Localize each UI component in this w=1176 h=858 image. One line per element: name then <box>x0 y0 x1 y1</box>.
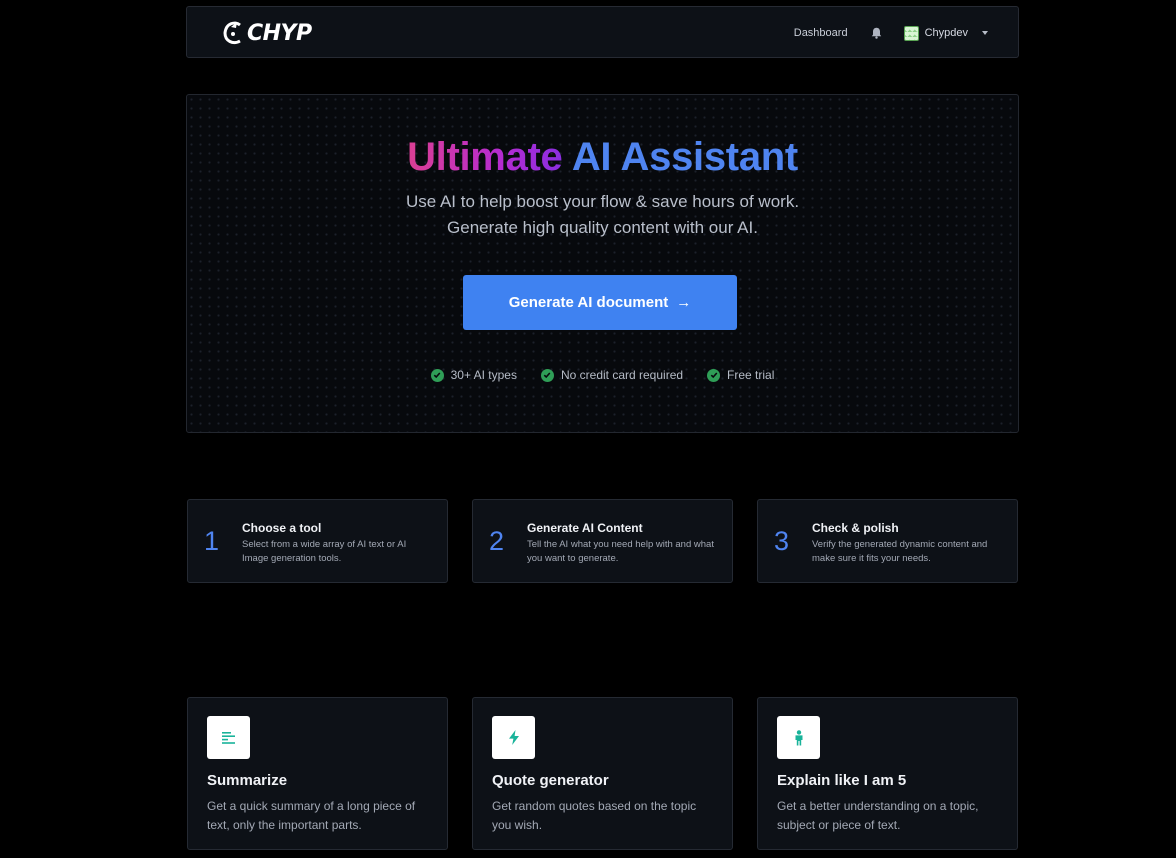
step-description: Verify the generated dynamic content and… <box>812 539 988 564</box>
feature-item: 30+ AI types <box>430 368 517 382</box>
hero-title: Ultimate AI Assistant <box>187 135 1018 180</box>
hero-title-rest: AI Assistant <box>571 135 798 179</box>
avatar <box>903 25 919 41</box>
arrow-right-icon: → <box>676 294 692 311</box>
hero-section: Ultimate AI Assistant Use AI to help boo… <box>186 94 1019 433</box>
step-card-generate: 2 Generate AI Content Tell the AI what y… <box>472 499 733 583</box>
tool-description: Get a quick summary of a long piece of t… <box>207 799 416 832</box>
bell-icon[interactable] <box>870 26 884 40</box>
tool-title: Summarize <box>207 772 288 789</box>
tool-title: Quote generator <box>492 772 609 789</box>
top-navbar: CHYP Dashboard Chypdev <box>186 6 1019 58</box>
dashboard-link[interactable]: Dashboard <box>794 27 848 39</box>
step-description: Tell the AI what you need help with and … <box>527 539 714 564</box>
tool-description: Get a better understanding on a topic, s… <box>777 799 979 832</box>
check-circle-icon <box>430 368 444 382</box>
text-lines-icon <box>207 716 250 759</box>
brand-logo[interactable]: CHYP <box>223 19 312 47</box>
step-card-check-polish: 3 Check & polish Verify the generated dy… <box>757 499 1018 583</box>
lightning-icon <box>492 716 535 759</box>
step-number: 1 <box>204 526 220 556</box>
cta-label: Generate AI document <box>508 294 669 311</box>
nav-actions: Dashboard Chypdev <box>794 7 988 59</box>
tool-title: Explain like I am 5 <box>777 772 907 789</box>
feature-label: No credit card required <box>560 368 684 382</box>
logo-text: CHYP <box>247 20 312 46</box>
tool-card-explain-like-5[interactable]: Explain like I am 5 Get a better underst… <box>757 697 1018 850</box>
hero-subtitle: Use AI to help boost your flow & save ho… <box>405 192 800 237</box>
feature-list: 30+ AI types No credit card required Fre… <box>187 368 1018 382</box>
hero-title-highlight: Ultimate <box>407 135 563 179</box>
step-number: 3 <box>774 526 790 556</box>
chevron-down-icon <box>982 31 988 35</box>
feature-item: No credit card required <box>540 368 684 382</box>
step-title: Check & polish <box>812 521 899 535</box>
feature-label: Free trial <box>727 368 775 382</box>
child-icon <box>777 716 820 759</box>
step-title: Choose a tool <box>242 521 322 535</box>
tool-description: Get random quotes based on the topic you… <box>492 799 697 832</box>
tool-card-summarize[interactable]: Summarize Get a quick summary of a long … <box>187 697 448 850</box>
step-description: Select from a wide array of AI text or A… <box>242 539 407 564</box>
step-number: 2 <box>489 526 505 556</box>
check-circle-icon <box>540 368 554 382</box>
feature-item: Free trial <box>707 368 774 382</box>
logo-mark-icon <box>223 21 241 45</box>
step-title: Generate AI Content <box>527 521 643 535</box>
user-menu[interactable]: Chypdev <box>903 25 988 41</box>
user-name: Chypdev <box>924 27 968 39</box>
step-card-choose-tool: 1 Choose a tool Select from a wide array… <box>187 499 448 583</box>
generate-document-button[interactable]: Generate AI document → <box>463 275 737 330</box>
tool-card-quote-generator[interactable]: Quote generator Get random quotes based … <box>472 697 733 850</box>
check-circle-icon <box>707 368 721 382</box>
feature-label: 30+ AI types <box>450 368 517 382</box>
